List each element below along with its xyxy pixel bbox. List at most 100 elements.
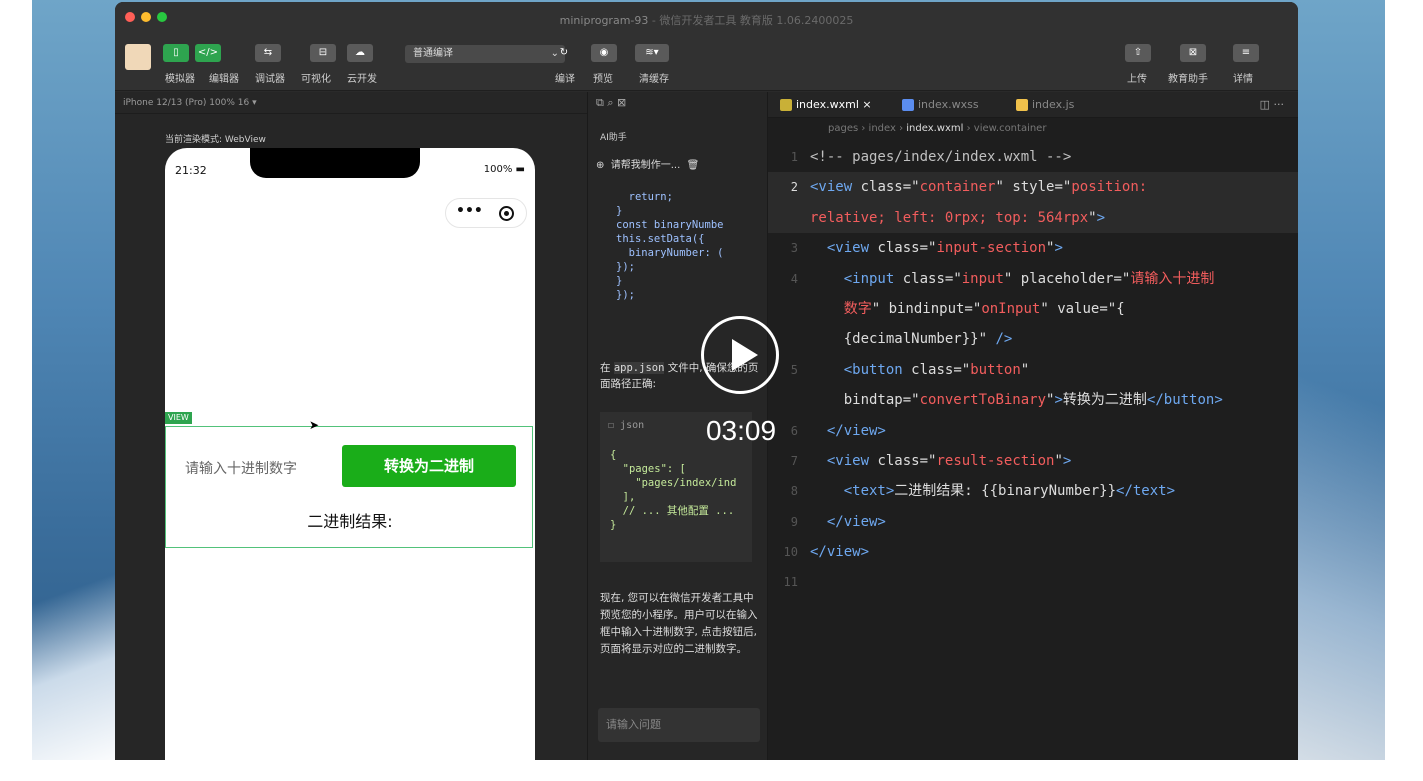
json-code-header: ☐ json (608, 420, 645, 431)
code-text: {decimalNumber}}" /> (810, 331, 1013, 348)
compile-mode-select[interactable]: 普通编译 ⌄ (405, 45, 565, 63)
code-text: <text>二进制结果: {{binaryNumber}}</text> (843, 483, 1176, 500)
code-line[interactable]: 1 <!-- pages/index/index.wxml --> (768, 142, 1298, 172)
device-select[interactable]: iPhone 12/13 (Pro) 100% 16 ▾ (115, 92, 587, 114)
education-helper-button[interactable]: 教育助手 (1168, 70, 1208, 85)
play-button[interactable] (701, 316, 779, 394)
code-editor: index.wxml × index.wxss index.js ◫ ··· p… (768, 92, 1298, 760)
line-number: 1 (790, 150, 798, 164)
code-text: <button class="button" (843, 361, 1030, 378)
wxml-file-icon (780, 99, 792, 111)
code-line[interactable]: 数字" bindinput="onInput" value="{ (768, 294, 1298, 324)
code-line[interactable]: relative; left: 0rpx; top: 564rpx"> (768, 202, 1298, 234)
more-icon[interactable]: ••• (456, 197, 483, 225)
decimal-input[interactable]: 请输入十进制数字 (185, 458, 297, 478)
layout-icon[interactable]: ⊟ (310, 44, 336, 62)
line-number: 10 (783, 545, 798, 560)
phone-screen: 21:32 100% ▬ ••• VIEW ➤ 请输入十进制数字 转换为二进制 … (165, 148, 535, 760)
window-title: miniprogram-93 - 微信开发者工具 教育版 1.06.240002… (559, 14, 854, 27)
eye-icon[interactable]: ◉ (591, 44, 617, 62)
code-text: 数字" bindinput="onInput" value="{ (843, 300, 1125, 317)
code-line[interactable]: 7 <view class="result-section"> (768, 446, 1298, 476)
code-text: </view> (826, 422, 886, 439)
tab-index-wxml-label: index.wxml × (796, 98, 872, 111)
code-line[interactable]: bindtap="convertToBinary">转换为二进制</button… (768, 385, 1298, 415)
line-number: 11 (783, 575, 798, 590)
close-target-icon[interactable] (499, 206, 514, 221)
compile-button[interactable]: 编译 (555, 70, 575, 85)
simulator-panel: iPhone 12/13 (Pro) 100% 16 ▾ 当前渲染模式: Web… (115, 92, 588, 760)
code-text: bindtap="convertToBinary">转换为二进制</button… (843, 392, 1223, 409)
debug-icon[interactable]: ⇆ (255, 44, 281, 62)
clear-cache-button[interactable]: 清缓存 (639, 70, 669, 85)
binary-result-label: 二进制结果: (307, 512, 393, 531)
convert-binary-button[interactable]: 转换为二进制 (342, 445, 516, 487)
ai-chat-tab[interactable]: ⊕ 请帮我制作一... 🗑 (596, 156, 699, 171)
editor-tabs: index.wxml × index.wxss index.js ◫ ··· (768, 92, 1298, 118)
ai-text-prefix: 在 (600, 362, 614, 374)
ai-question-input[interactable]: 请输入问题 (598, 708, 760, 742)
tab-index-wxss[interactable]: index.wxss (898, 92, 979, 118)
upload-button[interactable]: 上传 (1127, 70, 1147, 85)
preview-button[interactable]: 预览 (593, 70, 613, 85)
trash-icon[interactable]: 🗑 (687, 160, 700, 171)
devtools-window: miniprogram-93 - 微信开发者工具 教育版 1.06.240002… (115, 2, 1298, 760)
video-player[interactable]: miniprogram-93 - 微信开发者工具 教育版 1.06.240002… (32, 0, 1385, 760)
phone-icon[interactable]: ▯ (163, 44, 189, 62)
code-line[interactable]: 3 <view class="input-section"> (768, 233, 1298, 263)
debugger-button[interactable]: 调试器 (255, 70, 285, 85)
simulator-button[interactable]: 模拟器 (165, 70, 195, 85)
cloud-dev-button[interactable]: 云开发 (347, 70, 377, 85)
menu-icon[interactable]: ≡ (1233, 44, 1259, 62)
layers-icon[interactable]: ≋▾ (635, 44, 669, 62)
split-editor-icon[interactable]: ◫ ··· (1260, 98, 1284, 111)
tab-index-js[interactable]: index.js (1012, 92, 1074, 118)
ai-code-snippet: return; } const binaryNumbe this.setData… (616, 191, 724, 301)
editor-button[interactable]: 编辑器 (209, 70, 239, 85)
visual-button[interactable]: 可视化 (301, 70, 331, 85)
status-time: 21:32 (175, 164, 207, 177)
cloud-icon[interactable]: ☁ (347, 44, 373, 62)
miniprogram-capsule[interactable]: ••• (445, 198, 527, 228)
code-text: <view class="input-section"> (826, 240, 1063, 257)
line-number: 9 (790, 514, 798, 529)
video-timestamp: 03:09 (705, 415, 777, 446)
line-number: 2 (790, 180, 798, 195)
code-icon[interactable]: </> (195, 44, 221, 62)
line-number: 8 (790, 484, 798, 499)
code-line[interactable]: 5 <button class="button" (768, 355, 1298, 385)
ai-panel-title: AI助手 (600, 133, 627, 143)
title-bar: miniprogram-93 - 微信开发者工具 教育版 1.06.240002… (115, 2, 1298, 36)
phone-notch (250, 148, 420, 178)
code-line[interactable]: 11 (768, 567, 1298, 597)
mouse-cursor-icon: ➤ (309, 418, 320, 432)
ai-chat-title: 请帮我制作一... (610, 160, 681, 171)
code-text: <!-- pages/index/index.wxml --> (810, 149, 1072, 165)
line-number: 4 (790, 271, 798, 286)
avatar[interactable] (125, 44, 151, 70)
education-icon[interactable]: ⊠ (1180, 44, 1206, 62)
code-line[interactable]: 4 <input class="input" placeholder="请输入十… (768, 264, 1298, 294)
battery-status: 100% ▬ (483, 164, 525, 175)
refresh-icon[interactable]: ↻ (551, 44, 577, 62)
details-button[interactable]: 详情 (1233, 70, 1253, 85)
code-line[interactable]: 2 <view class="container" style="position… (768, 172, 1298, 203)
ai-text-code: app.json (613, 362, 665, 374)
code-line[interactable]: {decimalNumber}}" /> (768, 324, 1298, 354)
code-line[interactable]: 10 </view> (768, 537, 1298, 567)
battery-level: 100% (483, 164, 513, 175)
code-line[interactable]: 6 </view> (768, 416, 1298, 446)
upload-icon[interactable]: ⇧ (1125, 44, 1151, 62)
tab-index-js-label: index.js (1032, 98, 1075, 111)
main-toolbar: ▯ </> ⇆ ⊟ ☁ 模拟器 编辑器 调试器 可视化 云开发 普通编译 ⌄ ↻… (115, 36, 1298, 91)
code-line[interactable]: 9 </view> (768, 507, 1298, 537)
tab-index-wxss-label: index.wxss (918, 98, 979, 111)
code-line[interactable]: 8 <text>二进制结果: {{binaryNumber}}</text> (768, 476, 1298, 506)
code-text: relative; left: 0rpx; top: 564rpx"> (810, 209, 1106, 226)
compile-mode-value: 普通编译 (413, 48, 453, 59)
json-label: json (620, 420, 645, 431)
tab-index-wxml[interactable]: index.wxml × (776, 92, 872, 118)
code-area[interactable]: 1 <!-- pages/index/index.wxml --> 2 <view c… (768, 142, 1298, 598)
breadcrumb-file: index.wxml (906, 123, 964, 134)
code-text: <view class="result-section"> (826, 452, 1072, 469)
